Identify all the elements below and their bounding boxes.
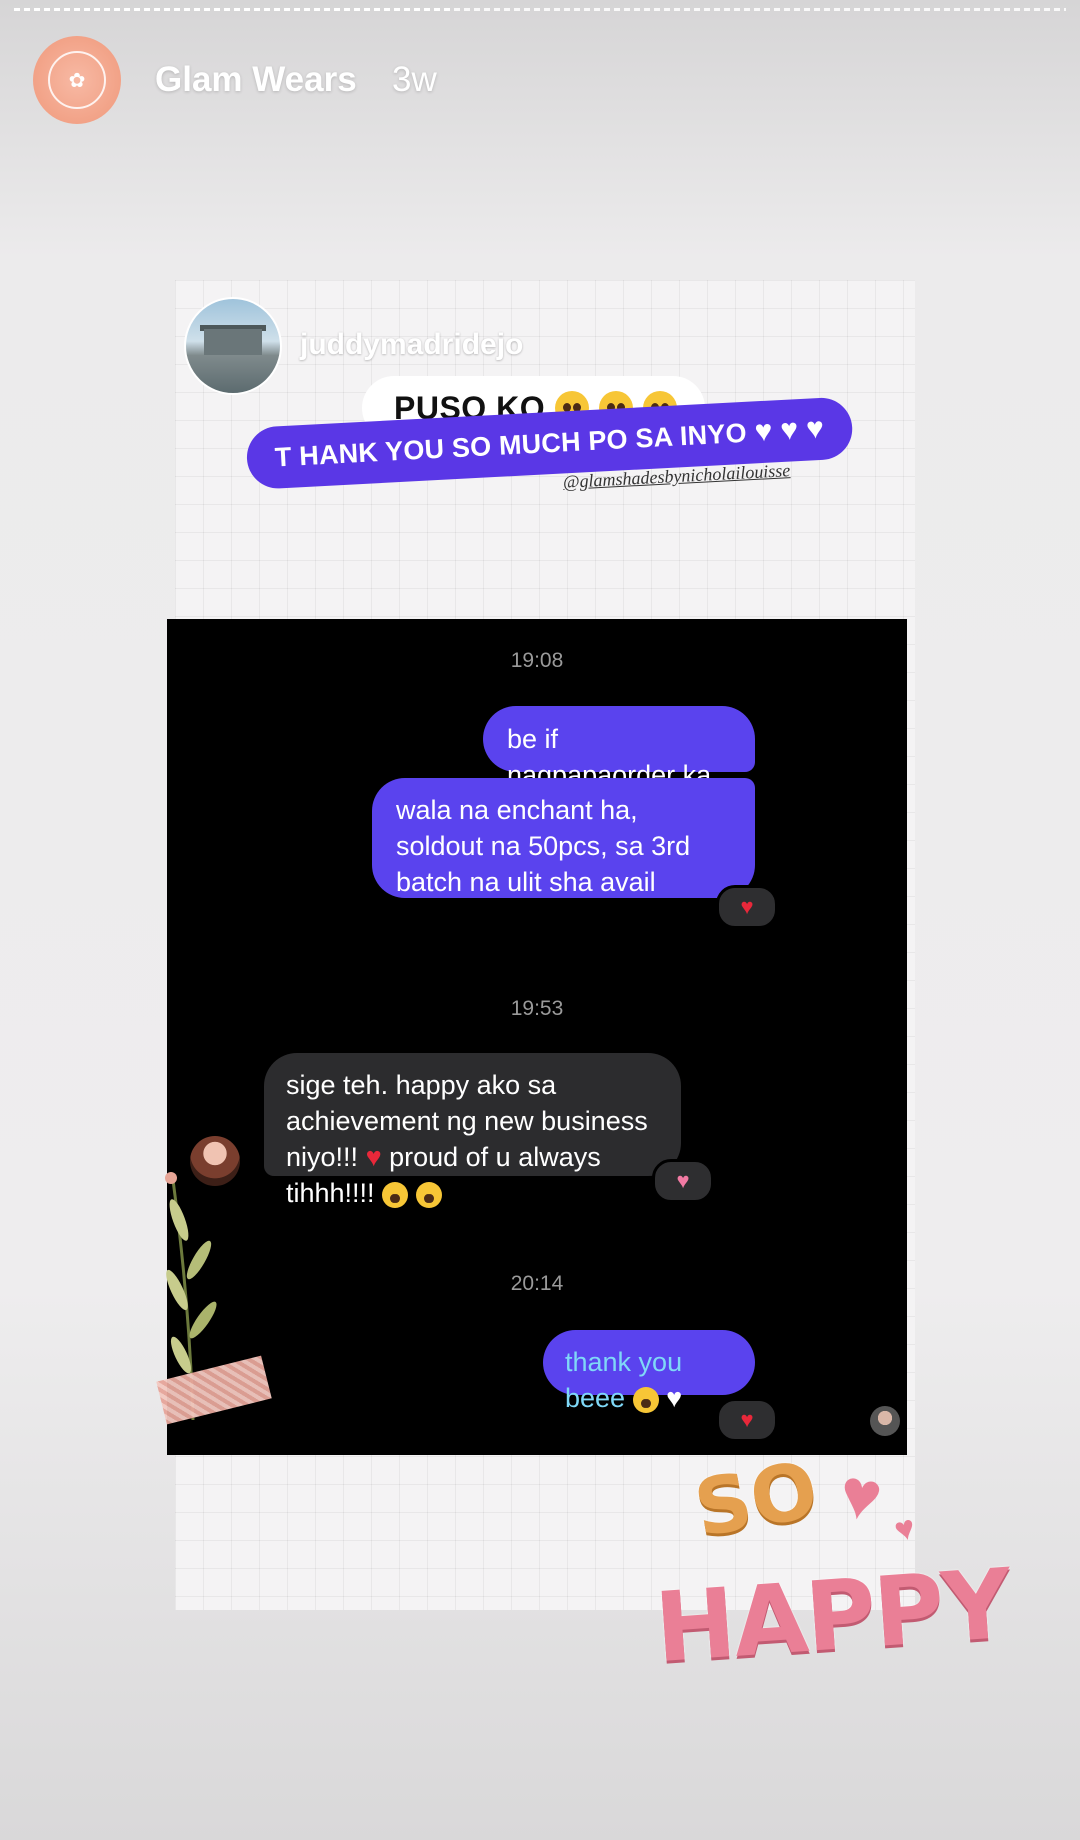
white-heart-icon: ♥ — [805, 411, 825, 446]
chat-timestamp: 19:08 — [510, 649, 564, 672]
message-bubble-outgoing[interactable]: wala na enchant ha, soldout na 50pcs, sa… — [372, 778, 755, 898]
story-header: ✿ Glam Wears 3w — [0, 0, 1080, 160]
reply-username[interactable]: juddymadridejo — [300, 328, 523, 362]
pink-heart-icon: ♥ — [890, 1508, 920, 1550]
message-bubble-incoming[interactable]: sige teh. happy ako sa achievement ng ne… — [264, 1053, 681, 1208]
white-heart-icon: ♥ — [779, 413, 800, 448]
glam-wears-logo-icon: ✿ — [48, 51, 106, 109]
pink-heart-icon: ♥ — [833, 1452, 889, 1538]
message-text: wala na enchant ha, soldout na 50pcs, sa… — [396, 795, 691, 897]
message-bubble-outgoing[interactable]: be if nagpapaorder ka pa — [483, 706, 755, 826]
kiss-face-icon — [415, 1181, 442, 1208]
red-heart-icon[interactable]: ♥ — [716, 1398, 778, 1442]
seen-avatar — [870, 1406, 900, 1436]
white-heart-icon: ♥ — [666, 1383, 683, 1413]
so-happy-sticker: SO ♥ ♥ HAPPY — [651, 1445, 1025, 1710]
account-avatar[interactable]: ✿ — [33, 36, 121, 124]
red-heart-icon[interactable]: ♥ — [716, 885, 778, 929]
red-heart-icon: ♥ — [365, 1142, 382, 1172]
account-name[interactable]: Glam Wears — [155, 60, 357, 100]
kiss-face-icon — [382, 1181, 409, 1208]
chat-timestamp: 19:53 — [510, 997, 564, 1020]
sticker-word-so: SO — [688, 1445, 825, 1555]
reply-line-2-text: T HANK YOU SO MUCH PO SA INYO — [274, 417, 748, 473]
sticker-word-happy: HAPPY — [651, 1547, 1014, 1685]
story-time: 3w — [392, 60, 437, 99]
message-text: thank you beee — [565, 1347, 683, 1413]
white-heart-icon: ♥ — [753, 414, 774, 449]
reply-user-avatar[interactable] — [184, 297, 282, 395]
pink-heart-icon[interactable]: ♥ — [652, 1159, 714, 1203]
pleading-face-icon — [632, 1386, 659, 1413]
message-bubble-outgoing[interactable]: thank you beee ♥ — [543, 1330, 755, 1413]
